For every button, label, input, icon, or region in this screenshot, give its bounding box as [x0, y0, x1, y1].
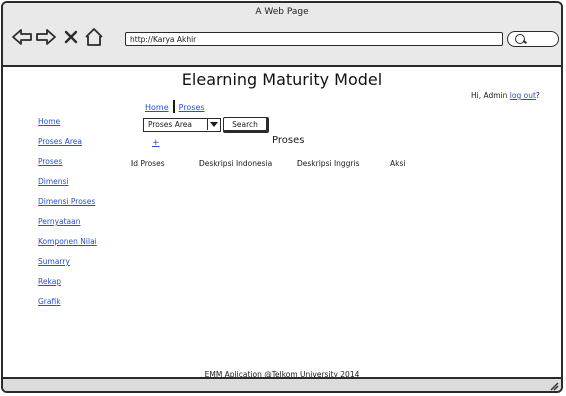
logout-link[interactable]: log out	[510, 91, 536, 100]
user-greeting: Hi, Admin log out?	[471, 91, 540, 100]
proses-area-select[interactable]: Proses Area	[143, 118, 221, 132]
page-title: Elearning Maturity Model	[181, 70, 383, 89]
column-header-id: Id Proses I	[131, 159, 165, 168]
greeting-text: Hi, Admin	[471, 91, 508, 100]
sidebar-item-home[interactable]: Home	[38, 117, 60, 126]
search-icon-handle	[522, 39, 528, 44]
browser-window: A Web Page http://Karya Akhir Elearning …	[1, 1, 563, 393]
sidebar-item-pernyataan[interactable]: Pernyataan	[38, 217, 81, 226]
sidebar-item-proses[interactable]: Proses	[38, 157, 62, 166]
sidebar-item-dimensi[interactable]: Dimensi	[38, 177, 69, 186]
url-bar[interactable]: http://Karya Akhir	[125, 32, 503, 46]
sidebar-item-komponen-nilai[interactable]: Komponen Nilai	[38, 237, 97, 246]
sidebar-item-sumarry[interactable]: Sumarry	[38, 257, 70, 266]
sidebar-item-proses-area[interactable]: Proses Area	[38, 137, 82, 146]
search-button[interactable]: Search	[223, 117, 269, 133]
page-content: Elearning Maturity Model Hi, Admin log o…	[3, 65, 561, 391]
home-icon[interactable]	[83, 27, 105, 47]
browser-search-button[interactable]	[507, 31, 559, 47]
add-proses-link[interactable]: +	[152, 138, 160, 148]
browser-titlebar: A Web Page http://Karya Akhir	[3, 3, 561, 67]
sidebar-item-dimensi-proses[interactable]: Dimensi Proses	[38, 197, 95, 206]
column-header-aksi: Aksi	[390, 159, 406, 168]
back-arrow-icon[interactable]	[11, 27, 33, 47]
column-header-deskripsi-inggris: Deskripsi Inggris I	[297, 159, 360, 168]
sidebar-item-rekap[interactable]: Rekap	[38, 277, 61, 286]
resize-grip-icon[interactable]	[549, 381, 559, 391]
column-header-deskripsi-indonesia: Deskripsi Indonesia I	[199, 159, 273, 168]
close-x-icon[interactable]	[63, 27, 79, 47]
forward-arrow-icon[interactable]	[35, 27, 57, 47]
breadcrumb-home[interactable]: Home	[145, 103, 169, 112]
select-value: Proses Area	[148, 120, 192, 129]
sidebar-item-grafik[interactable]: Grafik	[38, 297, 61, 306]
section-title: Proses	[272, 135, 305, 146]
greeting-suffix: ?	[535, 91, 540, 100]
breadcrumb-separator	[172, 100, 175, 113]
breadcrumb-proses[interactable]: Proses	[179, 103, 205, 112]
chevron-down-icon[interactable]	[207, 119, 220, 130]
breadcrumb: Home Proses	[145, 100, 205, 113]
status-bar	[3, 377, 561, 391]
window-title: A Web Page	[255, 7, 309, 17]
